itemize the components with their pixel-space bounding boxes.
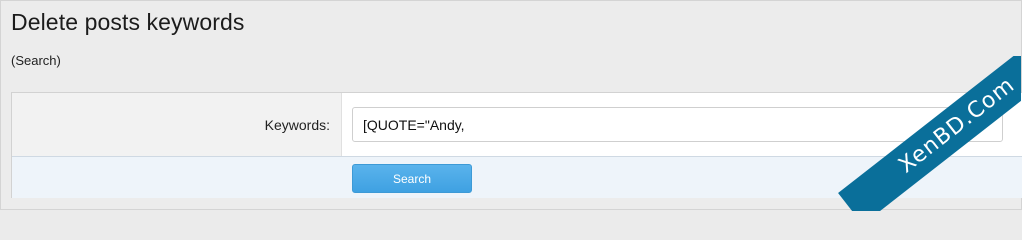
- keywords-label-cell: Keywords:: [12, 93, 342, 156]
- search-button[interactable]: Search: [352, 164, 472, 193]
- page-title: Delete posts keywords: [11, 9, 245, 35]
- keywords-input[interactable]: [352, 107, 1003, 142]
- submit-row: Search: [12, 157, 1022, 198]
- keywords-label: Keywords:: [264, 117, 330, 133]
- page-subtitle: (Search): [11, 53, 61, 68]
- page-container: Delete posts keywords (Search) Keywords:…: [0, 0, 1022, 211]
- keywords-input-cell: [342, 93, 1022, 156]
- keyword-search-form: Keywords: Search: [11, 92, 1022, 198]
- keywords-row: Keywords:: [12, 93, 1022, 157]
